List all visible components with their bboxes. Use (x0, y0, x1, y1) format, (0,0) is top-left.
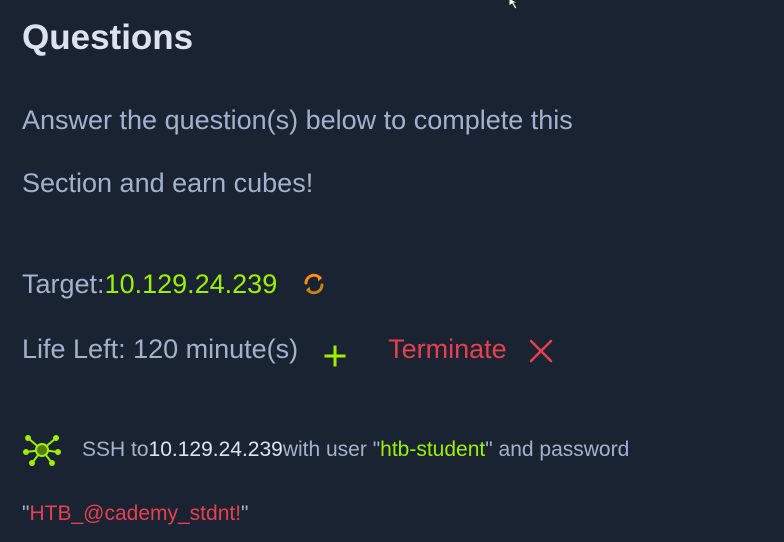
network-nodes-icon (22, 432, 62, 468)
target-row: Target: 10.129.24.239 (22, 267, 327, 301)
ssh-prefix: SSH to (82, 438, 149, 461)
ssh-username: htb-student (380, 438, 486, 461)
mouse-pointer-icon (508, 0, 530, 12)
password-quote-close: " (241, 502, 249, 525)
ssh-suffix: " and password (485, 438, 630, 461)
questions-panel: Questions Answer the question(s) below t… (22, 0, 762, 542)
ssh-instructions: SSH to 10.129.24.239 with user " htb-stud… (22, 430, 762, 525)
intro-line-2: Section and earn cubes! (22, 168, 314, 198)
ssh-host: 10.129.24.239 (148, 438, 283, 461)
refresh-icon[interactable] (301, 271, 327, 297)
ssh-line-1: SSH to 10.129.24.239 with user " htb-stud… (22, 430, 762, 470)
life-left-label: Life Left: 120 minute(s) (22, 334, 299, 364)
target-label: Target: (22, 269, 105, 299)
ssh-middle: with user " (282, 438, 381, 461)
ssh-line-2: "HTB_@cademy_stdnt!" (22, 502, 249, 526)
ssh-password: HTB_@cademy_stdnt! (29, 502, 242, 525)
life-row: Life Left: 120 minute(s) Terminate (22, 332, 553, 367)
target-ip: 10.129.24.239 (104, 269, 278, 299)
close-icon[interactable] (529, 337, 553, 363)
section-heading: Questions (22, 18, 194, 57)
section-intro: Answer the question(s) below to complete… (22, 89, 742, 215)
terminate-button[interactable]: Terminate (388, 332, 507, 366)
intro-line-1: Answer the question(s) below to complete… (22, 105, 573, 135)
plus-icon[interactable] (324, 341, 346, 367)
